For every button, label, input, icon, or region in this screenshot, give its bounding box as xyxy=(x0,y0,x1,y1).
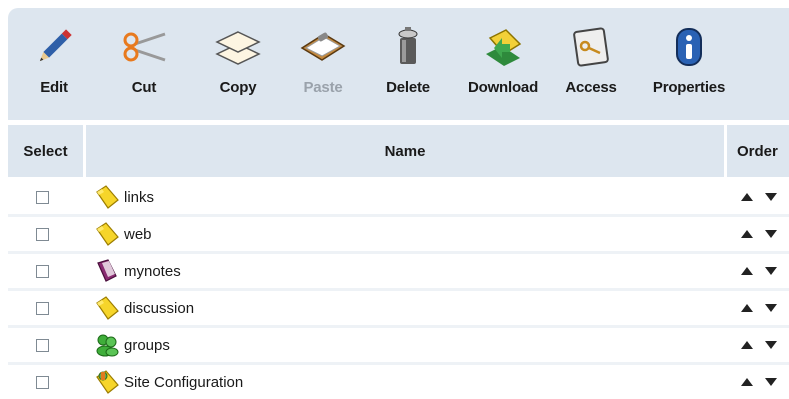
folder-icon xyxy=(94,184,120,210)
copy-button[interactable]: Copy xyxy=(213,8,263,120)
select-checkbox[interactable] xyxy=(36,301,49,315)
notebook-icon xyxy=(94,258,120,284)
move-up-arrow[interactable] xyxy=(741,304,753,312)
move-up-arrow[interactable] xyxy=(741,230,753,238)
delete-button[interactable]: Delete xyxy=(380,8,436,120)
move-down-arrow[interactable] xyxy=(765,304,777,312)
table-header: Select Name Order xyxy=(8,125,789,177)
toolbar: Edit Cut Copy Paste Delete Download Acce… xyxy=(8,8,789,120)
select-checkbox[interactable] xyxy=(36,375,49,389)
row-name-cell[interactable]: links xyxy=(86,180,732,214)
trash-can-icon xyxy=(385,24,431,70)
select-checkbox[interactable] xyxy=(36,227,49,241)
edit-button[interactable]: Edit xyxy=(28,8,80,120)
edit-button-label: Edit xyxy=(40,79,68,96)
table-row: mynotes xyxy=(8,254,789,288)
cut-button-label: Cut xyxy=(131,79,157,96)
move-up-arrow[interactable] xyxy=(741,267,753,275)
scissors-icon xyxy=(121,24,167,70)
row-name-cell[interactable]: Site Configuration xyxy=(86,365,732,399)
move-down-arrow[interactable] xyxy=(765,341,777,349)
row-name-cell[interactable]: mynotes xyxy=(86,254,732,288)
table-row: web xyxy=(8,217,789,251)
move-down-arrow[interactable] xyxy=(765,378,777,386)
select-column-header: Select xyxy=(8,125,83,177)
row-name-cell[interactable]: discussion xyxy=(86,291,732,325)
info-icon xyxy=(666,24,712,70)
download-button[interactable]: Download xyxy=(462,8,544,120)
row-name[interactable]: Site Configuration xyxy=(124,374,243,391)
move-up-arrow[interactable] xyxy=(741,341,753,349)
row-name[interactable]: discussion xyxy=(124,300,194,317)
delete-button-label: Delete xyxy=(386,79,430,96)
copy-icon xyxy=(215,24,261,70)
group-icon xyxy=(94,332,120,358)
config-folder-icon xyxy=(94,369,120,395)
access-button[interactable]: Access xyxy=(558,8,624,120)
select-checkbox[interactable] xyxy=(36,338,49,352)
paste-button[interactable]: Paste xyxy=(298,8,348,120)
name-column-header[interactable]: Name xyxy=(86,125,724,177)
row-name-cell[interactable]: web xyxy=(86,217,732,251)
table-row: links xyxy=(8,180,789,214)
clipboard-icon xyxy=(300,24,346,70)
folder-icon xyxy=(94,221,120,247)
table-row: discussion xyxy=(8,291,789,325)
properties-button-label: Properties xyxy=(652,79,726,96)
move-down-arrow[interactable] xyxy=(765,193,777,201)
row-name-cell[interactable]: groups xyxy=(86,328,732,362)
move-down-arrow[interactable] xyxy=(765,230,777,238)
table-row: Site Configuration xyxy=(8,365,789,399)
folder-icon xyxy=(94,295,120,321)
table-row: groups xyxy=(8,328,789,362)
row-name[interactable]: groups xyxy=(124,337,170,354)
row-name[interactable]: mynotes xyxy=(124,263,181,280)
select-checkbox[interactable] xyxy=(36,190,49,204)
access-button-label: Access xyxy=(565,79,617,96)
move-down-arrow[interactable] xyxy=(765,267,777,275)
row-name[interactable]: links xyxy=(124,189,154,206)
key-icon xyxy=(568,24,614,70)
move-up-arrow[interactable] xyxy=(741,193,753,201)
download-button-label: Download xyxy=(467,79,539,96)
copy-button-label: Copy xyxy=(219,79,257,96)
properties-button[interactable]: Properties xyxy=(643,8,735,120)
row-name[interactable]: web xyxy=(124,226,152,243)
order-column-header: Order xyxy=(727,125,789,177)
paste-button-label: Paste xyxy=(303,79,343,96)
move-up-arrow[interactable] xyxy=(741,378,753,386)
download-folder-icon xyxy=(480,24,526,70)
select-checkbox[interactable] xyxy=(36,264,49,278)
cut-button[interactable]: Cut xyxy=(114,8,174,120)
pencil-icon xyxy=(31,24,77,70)
